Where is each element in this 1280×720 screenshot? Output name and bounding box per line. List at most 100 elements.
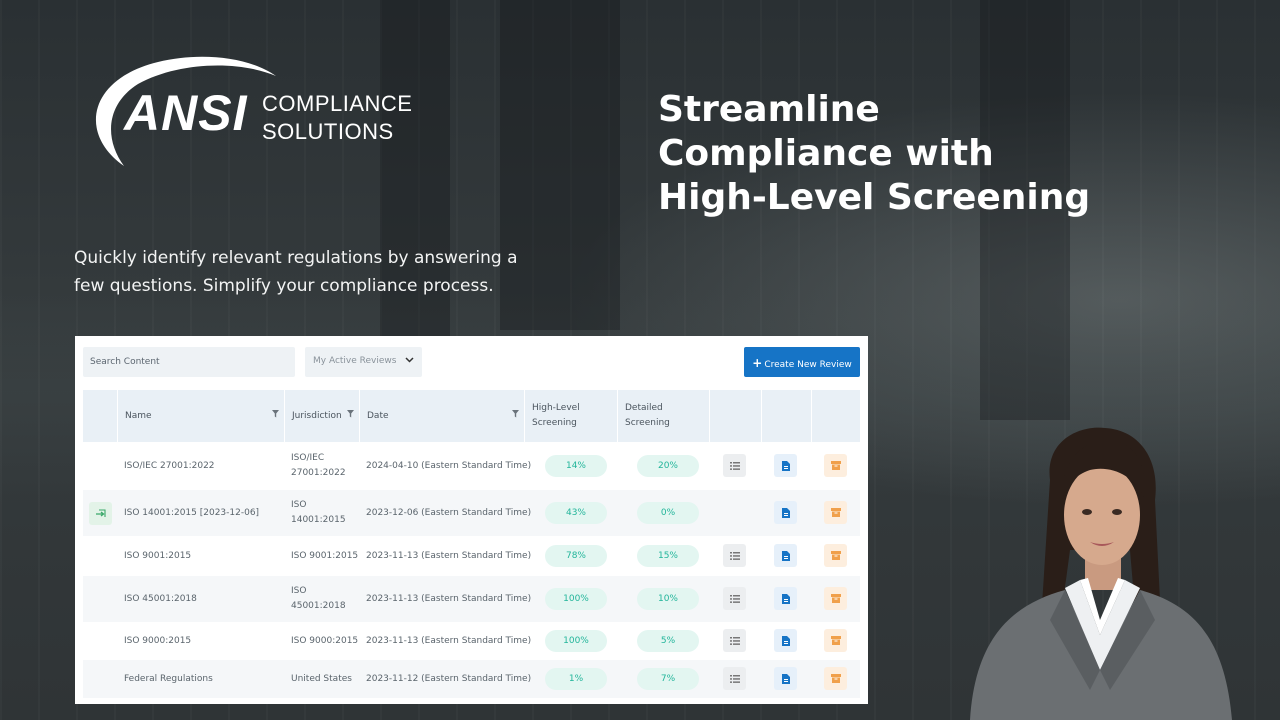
- create-new-review-label: Create New Review: [764, 360, 852, 370]
- header-high-level-line-1: High-Level: [532, 403, 580, 413]
- filter-icon[interactable]: [512, 410, 519, 420]
- row-jurisdiction: ISO 14001:2015: [284, 490, 346, 536]
- row-date: 2023-12-06 (Eastern Standard Time): [366, 508, 532, 518]
- high-level-progress-badge[interactable]: 100%: [545, 588, 607, 610]
- list-icon[interactable]: [723, 544, 746, 567]
- row-name[interactable]: ISO 9000:2015: [117, 622, 191, 660]
- row-jurisdiction-line-2: 27001:2022: [291, 468, 346, 478]
- header-detailed-line-2: Screening: [625, 418, 670, 428]
- list-icon[interactable]: [723, 587, 746, 610]
- detailed-progress-badge[interactable]: 5%: [637, 630, 699, 652]
- detailed-progress-badge[interactable]: 0%: [637, 502, 699, 524]
- document-icon[interactable]: [774, 454, 797, 477]
- row-jurisdiction-line-1: ISO: [291, 586, 307, 596]
- archive-icon[interactable]: [824, 501, 847, 524]
- table-row[interactable]: ISO 9001:2015 ISO 9001:2015 2023-11-13 (…: [83, 536, 860, 576]
- high-level-progress-badge[interactable]: 100%: [545, 630, 607, 652]
- filter-icon[interactable]: [272, 410, 279, 420]
- headline-line-2: Compliance with: [658, 133, 994, 174]
- header-jurisdiction[interactable]: Jurisdiction: [284, 390, 359, 442]
- row-name[interactable]: ISO/IEC 27001:2022: [117, 442, 215, 490]
- detailed-progress-badge[interactable]: 10%: [637, 588, 699, 610]
- header-date-label: Date: [367, 411, 389, 421]
- row-jurisdiction: ISO 45001:2018: [284, 576, 346, 622]
- row-jurisdiction: ISO 9000:2015: [291, 636, 359, 646]
- header-select: [83, 390, 117, 442]
- header-detailed-screening[interactable]: Detailed Screening: [617, 390, 709, 442]
- headline-line-1: Streamline: [658, 89, 880, 130]
- header-name[interactable]: Name: [117, 390, 284, 442]
- row-jurisdiction-line-2: 45001:2018: [291, 601, 346, 611]
- row-date: 2024-04-10 (Eastern Standard Time): [366, 461, 532, 471]
- row-date: 2023-11-13 (Eastern Standard Time): [366, 594, 532, 604]
- high-level-progress-badge[interactable]: 43%: [545, 502, 607, 524]
- chevron-down-icon: [405, 356, 414, 366]
- row-jurisdiction-line-1: ISO: [291, 500, 307, 510]
- header-high-level-line-2: Screening: [532, 418, 577, 428]
- archive-icon[interactable]: [824, 544, 847, 567]
- table-row[interactable]: ISO 14001:2015 [2023-12-06] ISO 14001:201…: [83, 490, 860, 536]
- logo-line-1: COMPLIANCE: [262, 91, 413, 116]
- archive-icon[interactable]: [824, 454, 847, 477]
- table-row[interactable]: ISO/IEC 27001:2022 ISO/IEC 27001:2022 202…: [83, 442, 860, 490]
- row-jurisdiction-line-1: ISO/IEC: [291, 453, 325, 463]
- table-row[interactable]: ISO 45001:2018 ISO 45001:2018 2023-11-13 …: [83, 576, 860, 622]
- list-icon[interactable]: [723, 454, 746, 477]
- row-name[interactable]: Federal Regulations: [117, 660, 213, 698]
- row-jurisdiction: ISO 9001:2015: [291, 551, 359, 561]
- header-date[interactable]: Date: [359, 390, 524, 442]
- row-jurisdiction: ISO/IEC 27001:2022: [284, 442, 346, 490]
- list-icon[interactable]: [723, 629, 746, 652]
- high-level-progress-badge[interactable]: 1%: [545, 668, 607, 690]
- toolbar: My Active Reviews +Create New Review: [75, 336, 868, 390]
- table-header: Name Jurisdiction Date High-Level Screeni…: [83, 390, 860, 442]
- header-action-3: [811, 390, 860, 442]
- detailed-progress-badge[interactable]: 20%: [637, 455, 699, 477]
- headline-line-3: High-Level Screening: [658, 177, 1091, 218]
- row-name[interactable]: ISO 45001:2018: [117, 576, 197, 622]
- header-detailed-line-1: Detailed: [625, 403, 663, 413]
- document-icon[interactable]: [774, 629, 797, 652]
- high-level-progress-badge[interactable]: 14%: [545, 455, 607, 477]
- reviews-filter-value: My Active Reviews: [313, 356, 397, 366]
- header-name-label: Name: [125, 411, 152, 421]
- table-row[interactable]: Federal Regulations United States 2023-1…: [83, 660, 860, 698]
- row-jurisdiction: United States: [291, 674, 352, 684]
- archive-icon[interactable]: [824, 587, 847, 610]
- detailed-progress-badge[interactable]: 15%: [637, 545, 699, 567]
- plus-icon: +: [752, 356, 763, 370]
- presenter-image: [970, 427, 1232, 720]
- archive-icon[interactable]: [824, 667, 847, 690]
- reviews-filter-select[interactable]: My Active Reviews: [305, 347, 422, 377]
- document-icon[interactable]: [774, 667, 797, 690]
- row-name[interactable]: ISO 14001:2015 [2023-12-06]: [117, 490, 259, 536]
- header-jurisdiction-label: Jurisdiction: [292, 411, 342, 421]
- logo-wordmark: ANSI: [124, 85, 248, 141]
- document-icon[interactable]: [774, 587, 797, 610]
- row-date: 2023-11-12 (Eastern Standard Time): [366, 674, 532, 684]
- header-action-1: [709, 390, 761, 442]
- row-name[interactable]: ISO 9001:2015: [117, 536, 191, 576]
- create-new-review-button[interactable]: + Create New Review: [744, 347, 860, 377]
- list-icon[interactable]: [723, 667, 746, 690]
- table-row[interactable]: ISO 9000:2015 ISO 9000:2015 2023-11-13 (…: [83, 622, 860, 660]
- headline: Streamline Compliance with High-Level Sc…: [658, 88, 1128, 220]
- logo-line-2: SOLUTIONS: [262, 119, 394, 144]
- document-icon[interactable]: [774, 544, 797, 567]
- header-action-2: [761, 390, 811, 442]
- logo-tagline: COMPLIANCE SOLUTIONS: [262, 90, 412, 146]
- subtitle: Quickly identify relevant regulations by…: [74, 248, 518, 296]
- row-jurisdiction-line-2: 14001:2015: [291, 515, 346, 525]
- row-date: 2023-11-13 (Eastern Standard Time): [366, 636, 532, 646]
- detailed-progress-badge[interactable]: 7%: [637, 668, 699, 690]
- brand-logo: ANSI COMPLIANCE SOLUTIONS: [88, 54, 428, 174]
- row-date: 2023-11-13 (Eastern Standard Time): [366, 551, 532, 561]
- reviews-panel: My Active Reviews +Create New Review Nam…: [75, 336, 868, 704]
- document-icon[interactable]: [774, 501, 797, 524]
- search-input[interactable]: [83, 347, 295, 377]
- header-high-level-screening[interactable]: High-Level Screening: [524, 390, 617, 442]
- high-level-progress-badge[interactable]: 78%: [545, 545, 607, 567]
- move-icon[interactable]: [89, 502, 112, 525]
- archive-icon[interactable]: [824, 629, 847, 652]
- filter-icon[interactable]: [347, 410, 354, 420]
